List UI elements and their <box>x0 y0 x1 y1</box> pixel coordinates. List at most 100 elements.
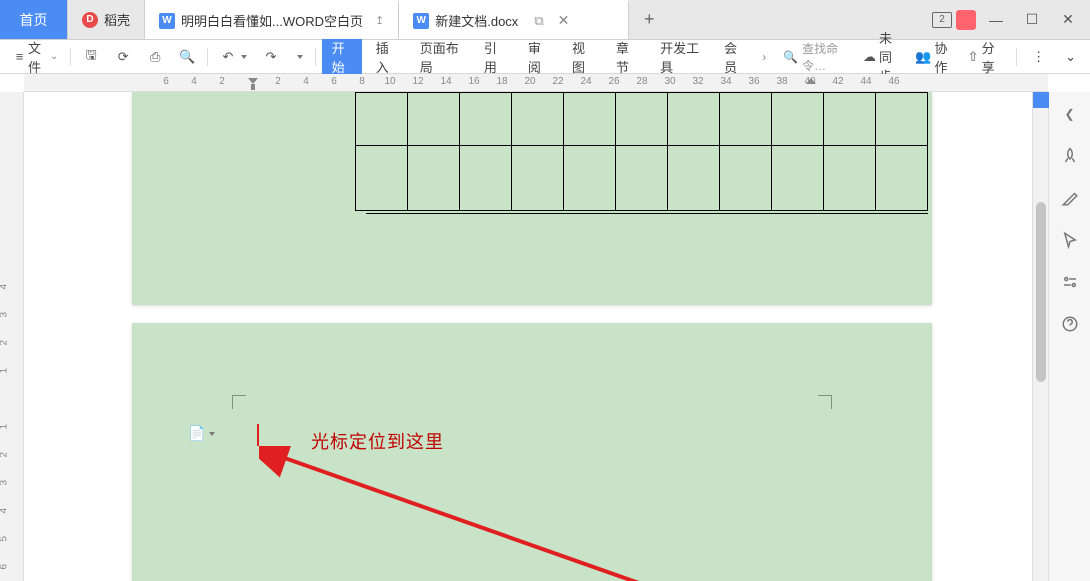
print-preview-icon: ⟳ <box>115 49 131 65</box>
chevron-down-icon: ⌄ <box>1065 49 1076 65</box>
separator <box>1016 48 1017 66</box>
ruler-tick: 18 <box>496 76 507 87</box>
text-cursor <box>257 424 259 446</box>
save-as-button[interactable]: ⟳ <box>109 46 137 68</box>
ruler-tick: 36 <box>748 76 759 87</box>
print-button[interactable]: ⎙ <box>141 46 169 68</box>
table-cell[interactable] <box>823 92 876 146</box>
ruler-tick: 20 <box>524 76 535 87</box>
ruler-tick: 42 <box>832 76 843 87</box>
tab-home[interactable]: 首页 <box>0 0 68 39</box>
table-cell[interactable] <box>719 145 772 211</box>
table-cell[interactable] <box>771 92 824 146</box>
table-cell[interactable] <box>719 92 772 146</box>
table-cell[interactable] <box>563 92 616 146</box>
print-icon: ⎙ <box>147 49 163 65</box>
search-icon: 🔍 <box>783 50 798 64</box>
table-cell[interactable] <box>355 145 408 211</box>
more-button[interactable]: ⋮ <box>1026 46 1051 68</box>
table-cell[interactable] <box>875 92 928 146</box>
table-cell[interactable] <box>459 145 512 211</box>
vertical-scrollbar[interactable] <box>1032 92 1048 581</box>
horizontal-ruler[interactable]: /* ticks populated below */ 642246810121… <box>24 74 1048 92</box>
pen-icon[interactable] <box>1060 188 1080 208</box>
ruler-tick: 5 <box>0 536 10 542</box>
table-cell[interactable] <box>511 92 564 146</box>
table-cell[interactable] <box>667 92 720 146</box>
share-label: 分享 <box>982 38 1000 76</box>
preview-button[interactable]: 🔍 <box>173 46 201 68</box>
ruler-tick: 32 <box>692 76 703 87</box>
tab-home-label: 首页 <box>20 10 48 30</box>
tab-doc-2[interactable]: W 新建文档.docx ⧉ ✕ <box>399 0 629 39</box>
margin-corner-tl <box>232 395 246 409</box>
table-cell[interactable] <box>615 145 668 211</box>
ribbon-scroll-right[interactable]: › <box>758 50 770 64</box>
undo-icon: ↶ <box>220 49 236 65</box>
tab-doke[interactable]: D 稻壳 <box>68 0 145 39</box>
ruler-tick: 6 <box>163 76 169 87</box>
table-cell[interactable] <box>615 92 668 146</box>
save-button[interactable]: 🖫 <box>77 46 105 68</box>
separator <box>207 48 208 66</box>
caret-down-icon <box>241 55 247 59</box>
separator <box>70 48 71 66</box>
tab-close-icon[interactable]: ✕ <box>558 12 570 29</box>
ruler-tick: 26 <box>608 76 619 87</box>
search-placeholder: 查找命令… <box>802 40 844 74</box>
share-icon: ⇧ <box>968 49 979 65</box>
settings-icon[interactable] <box>1060 272 1080 292</box>
table-cell[interactable] <box>823 145 876 211</box>
collapse-ribbon[interactable]: ⌄ <box>1059 46 1082 68</box>
tab-doc-1[interactable]: W 明明白白看懂如...WORD空白页 ↥ <box>145 0 399 39</box>
table-cell[interactable] <box>771 145 824 211</box>
menu-button[interactable]: ≡文件⌄ <box>8 35 64 79</box>
ruler-tick: 6 <box>331 76 337 87</box>
separator <box>315 48 316 66</box>
table-cell[interactable] <box>407 145 460 211</box>
canvas[interactable]: 📄 光标定位到这里 <box>24 92 1032 581</box>
ruler-tick: 22 <box>552 76 563 87</box>
ruler-tick: 44 <box>860 76 871 87</box>
ruler-tick: 2 <box>275 76 281 87</box>
scroll-thumb[interactable] <box>1036 202 1046 382</box>
rocket-icon[interactable] <box>1060 146 1080 166</box>
document-area: 432112345678 📄 光标定位到这里 ❮ <box>0 92 1090 581</box>
table-cell[interactable] <box>407 92 460 146</box>
undo-button[interactable]: ↶ <box>214 46 253 68</box>
caret-down-icon <box>297 55 303 59</box>
share-button[interactable]: ⇧分享 <box>962 35 1006 79</box>
annotation-text: 光标定位到这里 <box>311 428 444 454</box>
command-search[interactable]: 🔍 查找命令… <box>774 37 853 77</box>
ruler-tick: 28 <box>636 76 647 87</box>
qat-overflow-button[interactable] <box>289 52 309 62</box>
tab-doke-label: 稻壳 <box>104 10 130 29</box>
collab-button[interactable]: 👥协作 <box>910 35 954 79</box>
document-table[interactable] <box>355 92 927 210</box>
redo-button[interactable]: ↷ <box>257 46 285 68</box>
table-cell[interactable] <box>511 145 564 211</box>
table-cell[interactable] <box>667 145 720 211</box>
ruler-tick: 24 <box>580 76 591 87</box>
vertical-ruler[interactable]: 432112345678 <box>0 92 24 581</box>
cursor-icon[interactable] <box>1060 230 1080 250</box>
ruler-tick: 12 <box>412 76 423 87</box>
ruler-tick: 1 <box>0 368 10 374</box>
sidebar-toggle-icon[interactable]: ❮ <box>1060 104 1080 124</box>
scroll-nav-icon[interactable] <box>1033 92 1049 108</box>
page-1 <box>132 92 932 305</box>
ruler-tick: 8 <box>359 76 365 87</box>
table-cell[interactable] <box>875 145 928 211</box>
device-icon[interactable]: ⧉ <box>534 13 543 29</box>
document-icon: 📄 <box>188 425 205 442</box>
ruler-tick: 4 <box>0 508 10 514</box>
table-cell[interactable] <box>355 92 408 146</box>
table-cell[interactable] <box>459 92 512 146</box>
paste-options-button[interactable]: 📄 <box>188 425 215 442</box>
help-icon[interactable] <box>1060 314 1080 334</box>
upload-icon: ↥ <box>375 14 384 27</box>
page-2 <box>132 323 932 581</box>
ruler-tick: 1 <box>0 424 10 430</box>
table-cell[interactable] <box>563 145 616 211</box>
tab-doc2-label: 新建文档.docx <box>435 11 518 30</box>
